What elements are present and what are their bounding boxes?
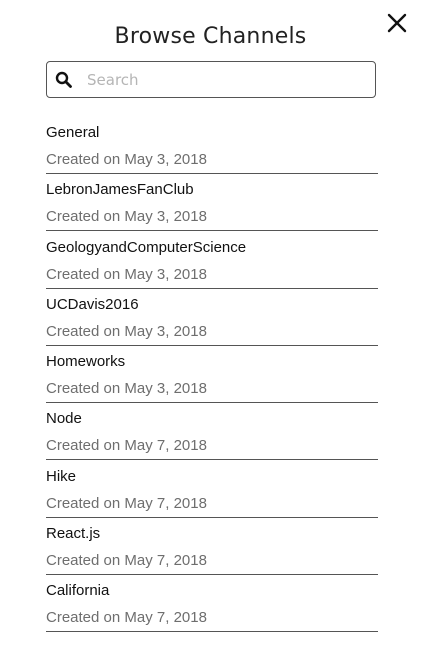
channel-name: React.js	[46, 525, 101, 543]
channel-item[interactable]: California Created on May 7, 2018	[46, 576, 378, 633]
channel-name: GeologyandComputerScience	[46, 238, 247, 256]
channel-item[interactable]: React.js Created on May 7, 2018	[46, 519, 378, 576]
search-box[interactable]	[46, 61, 376, 98]
channel-created-date: Created on May 3, 2018	[46, 322, 207, 340]
channel-created-date: Created on May 7, 2018	[46, 494, 207, 512]
channel-name: LebronJamesFanClub	[46, 181, 194, 199]
channel-created-date: Created on May 3, 2018	[46, 265, 207, 283]
channel-name: California	[46, 582, 110, 600]
channel-item[interactable]: General Created on May 3, 2018	[46, 118, 378, 174]
search-input[interactable]	[87, 62, 367, 97]
channel-item[interactable]: GeologyandComputerScience Created on May …	[46, 233, 378, 289]
channel-item[interactable]: UCDavis2016 Created on May 3, 2018	[46, 290, 378, 346]
channel-list: General Created on May 3, 2018 LebronJames…	[46, 118, 378, 634]
channel-created-date: Created on May 7, 2018	[46, 437, 207, 455]
channel-created-date: Created on May 7, 2018	[46, 552, 207, 570]
channel-name: General	[46, 124, 100, 141]
channel-item[interactable]: Hike Created on May 7, 2018	[46, 462, 378, 518]
channel-created-date: Created on May 3, 2018	[46, 380, 207, 398]
channel-name: UCDavis2016	[46, 295, 139, 313]
channel-item[interactable]: Node Created on May 7, 2018	[46, 404, 378, 461]
channel-name: Homeworks	[46, 353, 126, 371]
modal-title: Browse Channels	[114, 24, 307, 49]
channel-item[interactable]: LebronJamesFanClub Created on May 3, 2018	[46, 175, 378, 232]
channel-name: Node	[46, 410, 82, 428]
channel-created-date: Created on May 7, 2018	[46, 609, 207, 627]
channel-name: Hike	[46, 467, 77, 485]
channel-item[interactable]: Homeworks Created on May 3, 2018	[46, 347, 378, 404]
channel-created-date: Created on May 3, 2018	[46, 151, 207, 168]
search-icon	[55, 71, 72, 88]
channel-created-date: Created on May 3, 2018	[46, 208, 207, 226]
